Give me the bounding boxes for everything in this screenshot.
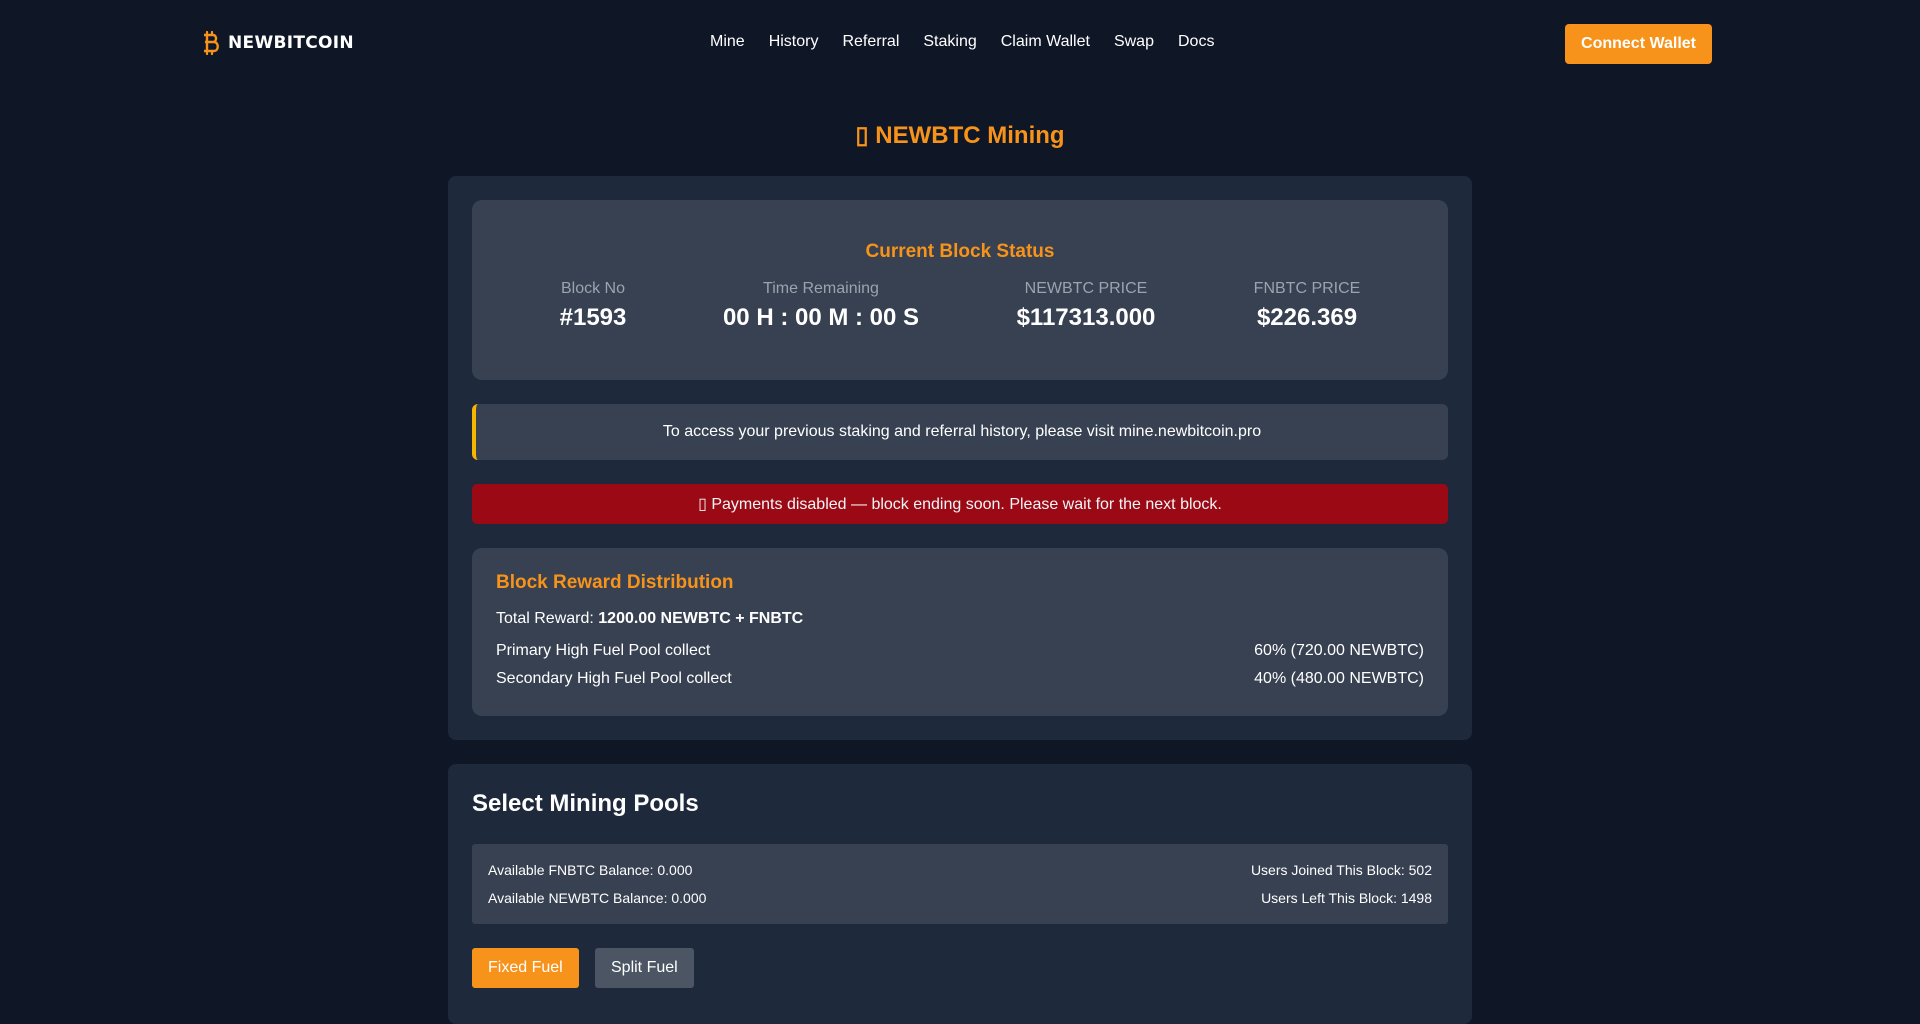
users-left: Users Left This Block: 1498 — [1261, 890, 1432, 906]
navbar: NEWBITCOIN Mine History Referral Staking… — [0, 0, 1920, 86]
fnbtc-balance: Available FNBTC Balance: 0.000 — [488, 862, 693, 878]
block-no-label: Block No — [560, 280, 626, 297]
bitcoin-logo-icon — [204, 30, 219, 56]
connect-wallet-button[interactable]: Connect Wallet — [1565, 24, 1712, 64]
block-status-title: Current Block Status — [865, 241, 1055, 262]
nav-mine[interactable]: Mine — [710, 33, 745, 51]
balances-box: Available FNBTC Balance: 0.000 Available… — [472, 844, 1448, 924]
mining-panel: Current Block Status Block No #1593 Time… — [448, 176, 1472, 740]
brand-name: NEWBITCOIN — [228, 33, 354, 53]
history-notice: To access your previous staking and refe… — [472, 404, 1448, 460]
page-title: ▯ NEWBTC Mining — [855, 122, 1065, 149]
reward-row: Primary High Fuel Pool collect 60% (720.… — [496, 642, 1424, 660]
nav-referral[interactable]: Referral — [842, 33, 899, 51]
reward-distribution-card: Block Reward Distribution Total Reward: … — [472, 548, 1448, 716]
reward-row-label: Secondary High Fuel Pool collect — [496, 670, 732, 687]
nav-docs[interactable]: Docs — [1178, 33, 1214, 51]
fnbtc-price-stat: FNBTC PRICE $226.369 — [1254, 280, 1361, 332]
reward-row-value: 40% (480.00 NEWBTC) — [1254, 670, 1424, 687]
payments-disabled-alert: ▯ Payments disabled — block ending soon.… — [472, 484, 1448, 524]
block-no-stat: Block No #1593 — [560, 280, 627, 332]
main-nav: Mine History Referral Staking Claim Wall… — [710, 33, 1214, 51]
fixed-fuel-button[interactable]: Fixed Fuel — [472, 948, 579, 988]
reward-row-value: 60% (720.00 NEWBTC) — [1254, 642, 1424, 659]
nav-staking[interactable]: Staking — [923, 33, 976, 51]
reward-total-label: Total Reward: — [496, 610, 599, 627]
reward-title: Block Reward Distribution — [496, 572, 734, 593]
logo[interactable]: NEWBITCOIN — [200, 30, 354, 56]
block-status-card: Current Block Status Block No #1593 Time… — [472, 200, 1448, 380]
reward-row-label: Primary High Fuel Pool collect — [496, 642, 711, 659]
reward-row: Secondary High Fuel Pool collect 40% (48… — [496, 670, 1424, 688]
time-remaining-value: 00 H : 00 M : 00 S — [722, 304, 920, 331]
fnbtc-price-label: FNBTC PRICE — [1253, 280, 1361, 297]
pools-panel: Select Mining Pools Available FNBTC Bala… — [448, 764, 1472, 1024]
reward-total: Total Reward: 1200.00 NEWBTC + FNBTC — [496, 610, 803, 628]
newbtc-balance: Available NEWBTC Balance: 0.000 — [488, 890, 707, 906]
newbtc-price-stat: NEWBTC PRICE $117313.000 — [1017, 280, 1156, 332]
time-remaining-label: Time Remaining — [763, 280, 879, 297]
time-remaining-stat: Time Remaining 00 H : 00 M : 00 S — [723, 280, 919, 332]
reward-total-value: 1200.00 NEWBTC + FNBTC — [598, 610, 804, 627]
users-joined: Users Joined This Block: 502 — [1250, 862, 1432, 878]
fnbtc-price-value: $226.369 — [1256, 304, 1358, 331]
block-no-value: #1593 — [559, 304, 627, 331]
newbtc-price-label: NEWBTC PRICE — [1024, 280, 1148, 297]
nav-swap[interactable]: Swap — [1114, 33, 1154, 51]
newbtc-price-value: $117313.000 — [1016, 304, 1156, 331]
nav-history[interactable]: History — [769, 33, 819, 51]
split-fuel-button[interactable]: Split Fuel — [595, 948, 694, 988]
pools-title: Select Mining Pools — [472, 790, 699, 817]
nav-claim-wallet[interactable]: Claim Wallet — [1001, 33, 1090, 51]
